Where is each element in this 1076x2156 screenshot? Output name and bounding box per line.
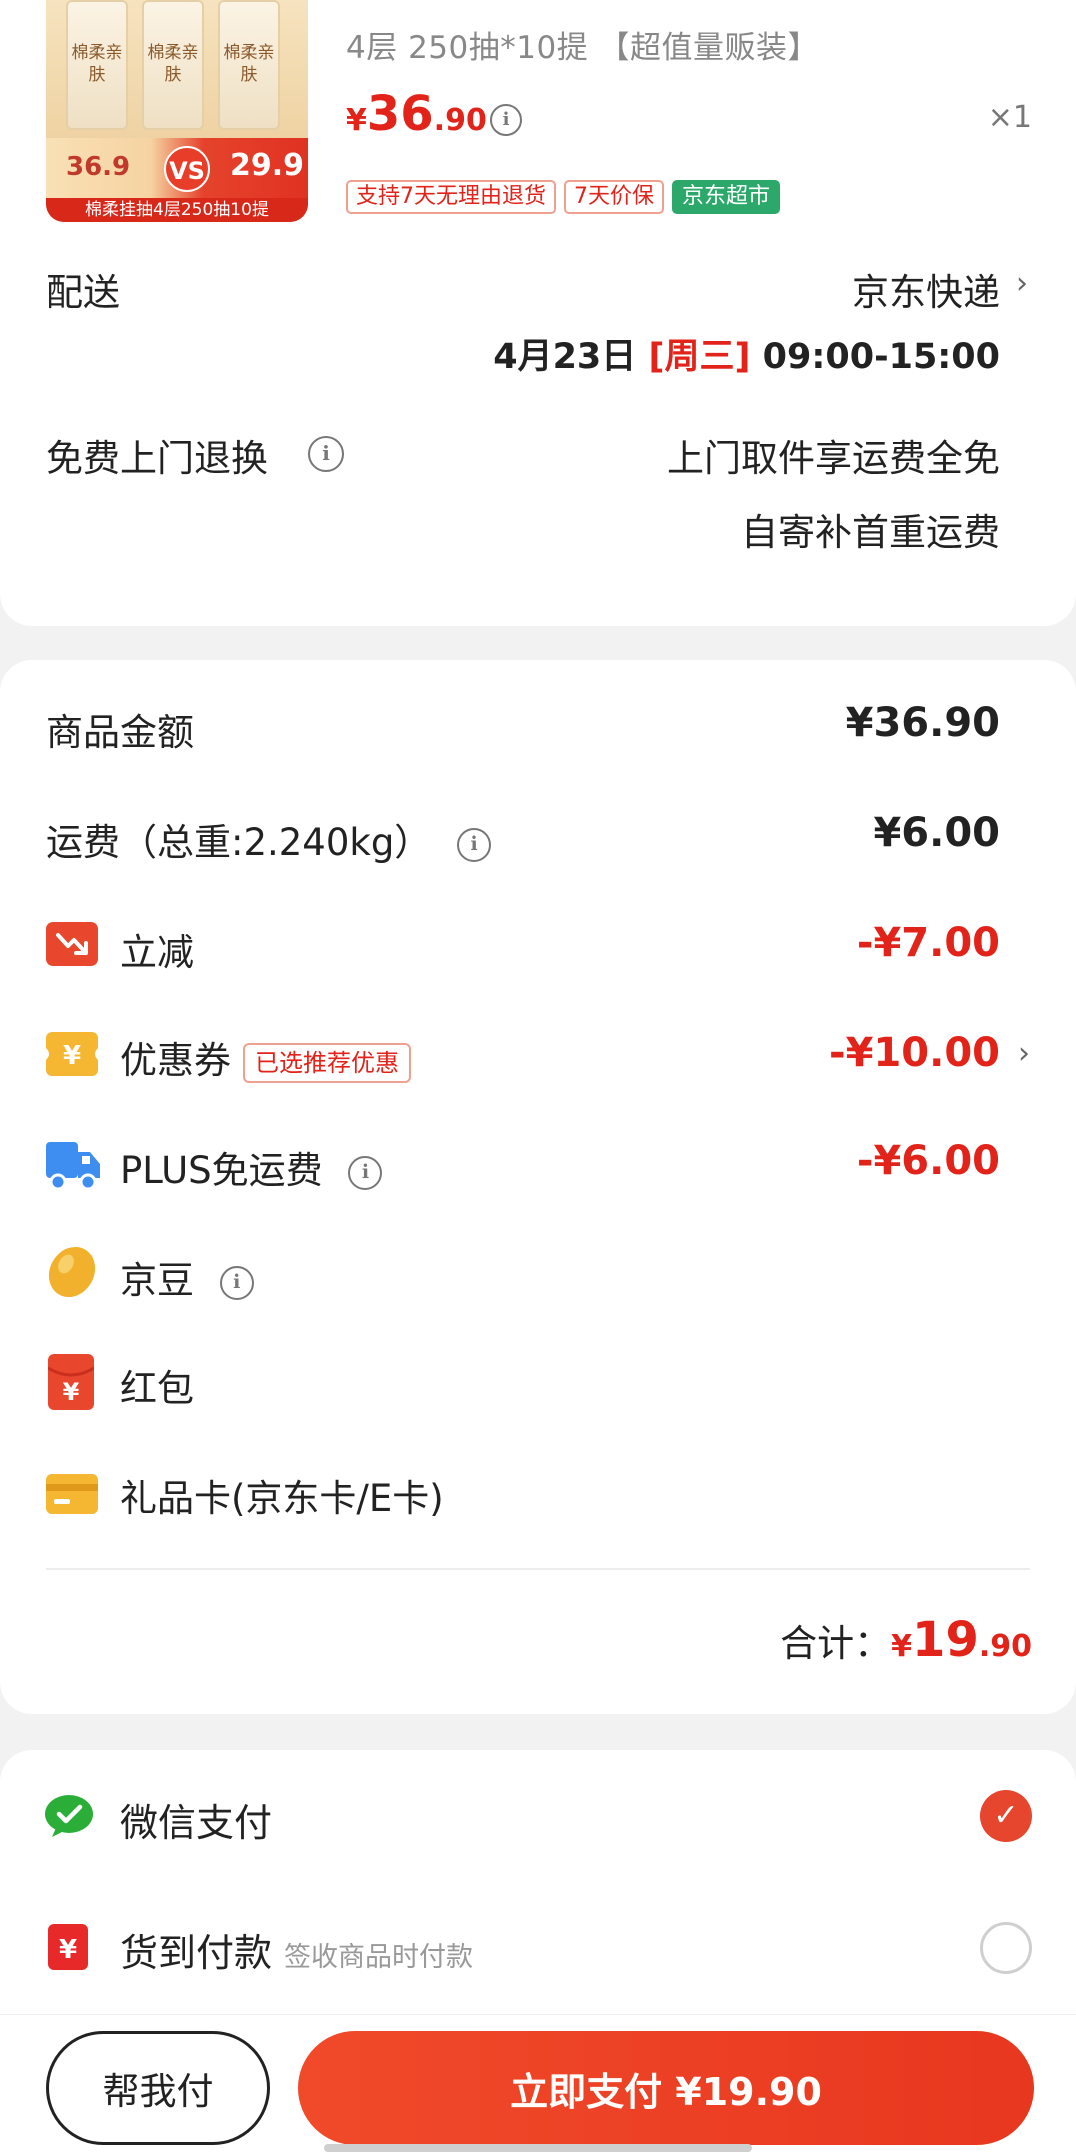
order-item-card: 棉柔亲肤 棉柔亲肤 棉柔亲肤 36.9 VS 29.9 棉柔挂抽4层250抽10… — [0, 0, 1076, 626]
package-label: 棉柔亲肤 — [147, 43, 199, 85]
info-circle-icon[interactable]: i — [490, 104, 522, 136]
svg-text:¥: ¥ — [59, 1935, 77, 1965]
red-packet-label[interactable]: 红包 — [120, 1358, 194, 1412]
return-service-line2: 自寄补首重运费 — [741, 511, 1000, 554]
coupon-selected-badge: 已选推荐优惠 — [243, 1042, 411, 1083]
plus-shipping-label: PLUS免运费 i — [120, 1140, 383, 1194]
promo-strip: 36.9 VS 29.9 — [46, 138, 308, 200]
package-image: 棉柔亲肤 — [66, 0, 128, 130]
package-image: 棉柔亲肤 — [142, 0, 204, 130]
delivery-window: 09:00-15:00 — [762, 337, 1000, 377]
thumbnail-caption: 棉柔挂抽4层250抽10提 — [46, 198, 308, 222]
goods-amount-value: ¥36.90 — [845, 700, 1000, 746]
return-service-label: 免费上门退换 — [46, 437, 268, 480]
price-currency: ¥ — [346, 103, 367, 138]
wechat-pay-option[interactable]: 微信支付 — [120, 1792, 272, 1847]
order-total: 合计：¥19.90 — [780, 1612, 1032, 1668]
shipping-label: 运费（总重:2.240kg） i — [46, 812, 492, 866]
info-circle-icon[interactable]: i — [348, 1155, 383, 1190]
home-indicator — [324, 2144, 752, 2152]
service-tags: 支持7天无理由退货 7天价保 京东超市 — [346, 180, 781, 214]
bottom-action-bar: 帮我付 立即支付 ¥19.90 — [0, 2014, 1076, 2156]
product-thumbnail[interactable]: 棉柔亲肤 棉柔亲肤 棉柔亲肤 36.9 VS 29.9 棉柔挂抽4层250抽10… — [46, 0, 308, 222]
goods-amount-label: 商品金额 — [46, 711, 194, 754]
cod-subtitle: 签收商品时付款 — [284, 1942, 474, 1973]
tag-7day-return: 支持7天无理由退货 — [346, 180, 556, 214]
coupon-yen-icon: ¥ — [46, 1032, 98, 1076]
gift-card-icon — [46, 1474, 98, 1514]
cod-radio[interactable] — [980, 1922, 1032, 1974]
package-image: 棉柔亲肤 — [218, 0, 280, 130]
trend-down-icon — [46, 922, 98, 966]
pay-now-button[interactable]: 立即支付 ¥19.90 — [298, 2031, 1034, 2145]
package-label: 棉柔亲肤 — [71, 43, 123, 85]
total-label: 合计： — [780, 1622, 892, 1665]
shipping-label-text: 运费（总重:2.240kg） — [46, 821, 432, 864]
check-icon[interactable]: ✓ — [980, 1790, 1032, 1842]
cod-option[interactable]: 货到付款 签收商品时付款 — [120, 1922, 473, 1977]
product-price: ¥36.90 — [346, 86, 487, 142]
chevron-right-icon[interactable]: › — [1018, 1036, 1030, 1071]
coupon-row[interactable]: 优惠券 已选推荐优惠 — [120, 1030, 411, 1084]
instant-discount-value: -¥7.00 — [856, 920, 1000, 966]
return-service-line1: 上门取件享运费全免 — [667, 437, 1000, 480]
product-spec: 4层 250抽*10提 【超值量贩装】 — [346, 30, 820, 66]
promo-vs-badge: VS — [164, 146, 210, 192]
delivery-label: 配送 — [46, 271, 120, 314]
info-circle-icon[interactable]: i — [308, 436, 344, 472]
price-integer: 36 — [366, 86, 434, 142]
price-decimal: .90 — [433, 103, 487, 138]
shipping-value: ¥6.00 — [873, 810, 1000, 856]
red-packet-icon: ¥ — [48, 1354, 94, 1410]
summary-divider — [46, 1568, 1030, 1570]
svg-text:¥: ¥ — [63, 1378, 80, 1406]
coupon-value[interactable]: -¥10.00 — [829, 1030, 1000, 1076]
payment-method-card: 微信支付 ✓ ¥ 货到付款 签收商品时付款 — [0, 1750, 1076, 2020]
cash-on-delivery-icon: ¥ — [48, 1924, 88, 1970]
chevron-right-icon[interactable]: › — [1016, 266, 1028, 301]
package-label: 棉柔亲肤 — [223, 43, 275, 85]
help-me-pay-button[interactable]: 帮我付 — [46, 2031, 270, 2145]
total-decimal: .90 — [978, 1629, 1032, 1664]
wechat-pay-icon — [45, 1795, 93, 1837]
delivery-date: 4月23日 — [493, 337, 637, 377]
gift-card-label[interactable]: 礼品卡(京东卡/E卡) — [120, 1468, 444, 1522]
checkout-page: 棉柔亲肤 棉柔亲肤 棉柔亲肤 36.9 VS 29.9 棉柔挂抽4层250抽10… — [0, 0, 1076, 2156]
delivery-truck-icon — [46, 1142, 100, 1191]
plus-shipping-text: PLUS免运费 — [120, 1149, 323, 1192]
item-quantity: ×1 — [987, 100, 1032, 135]
cod-label: 货到付款 — [120, 1931, 273, 1975]
delivery-carrier[interactable]: 京东快递 — [852, 262, 1000, 316]
info-circle-icon[interactable]: i — [219, 1265, 254, 1300]
tag-jd-supermarket: 京东超市 — [672, 180, 781, 214]
delivery-time[interactable]: 4月23日 [周三] 09:00-15:00 — [493, 328, 1000, 379]
plus-shipping-value: -¥6.00 — [856, 1138, 1000, 1184]
promo-old-price: 36.9 — [66, 152, 131, 182]
tag-price-protect: 7天价保 — [564, 180, 664, 214]
price-summary-card: 商品金额 ¥36.90 运费（总重:2.240kg） i ¥6.00 立减 -¥… — [0, 660, 1076, 1714]
jd-beans-text: 京豆 — [120, 1259, 194, 1302]
promo-new-price: 29.9 — [230, 148, 305, 183]
jd-beans-label[interactable]: 京豆 i — [120, 1250, 254, 1304]
jd-bean-icon — [48, 1246, 96, 1298]
total-integer: 19 — [912, 1612, 979, 1668]
coupon-label: 优惠券 — [120, 1039, 231, 1082]
total-currency: ¥ — [891, 1629, 913, 1664]
info-circle-icon[interactable]: i — [457, 827, 492, 862]
delivery-weekday: [周三] — [648, 337, 751, 377]
instant-discount-label: 立减 — [120, 931, 194, 974]
svg-text:¥: ¥ — [63, 1041, 81, 1071]
